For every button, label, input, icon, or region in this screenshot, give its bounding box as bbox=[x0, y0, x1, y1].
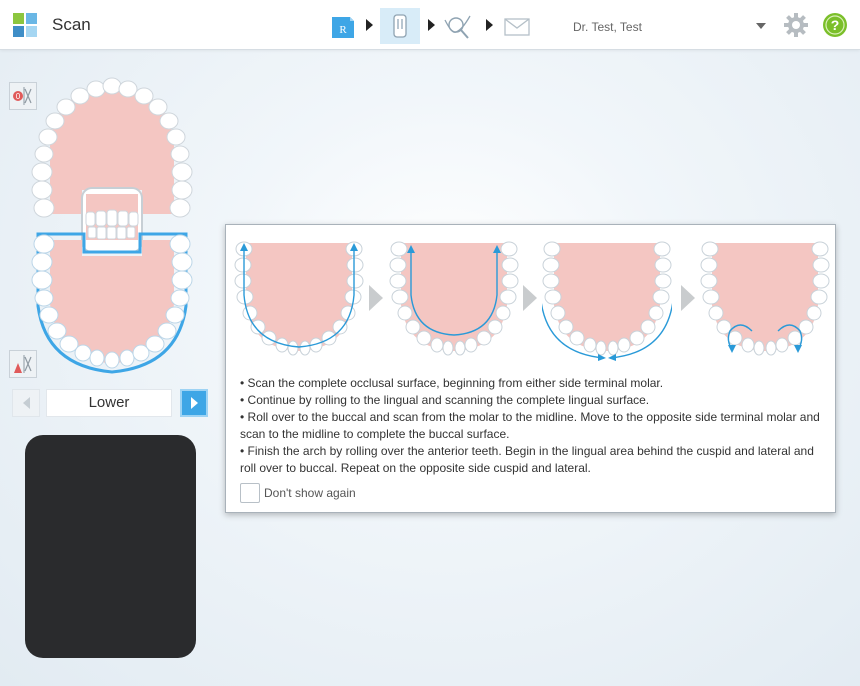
next-step-arrow-icon bbox=[523, 285, 537, 311]
scan-instructions-text: • Scan the complete occlusal surface, be… bbox=[240, 375, 830, 477]
next-jaw-button[interactable] bbox=[180, 389, 208, 417]
workflow-arrow-icon bbox=[366, 19, 373, 31]
scanner-wand-icon bbox=[393, 14, 407, 38]
svg-text:R: R bbox=[339, 24, 347, 36]
instruction-line: • Scan the complete occlusal surface, be… bbox=[240, 376, 664, 390]
arch-map[interactable] bbox=[24, 74, 200, 378]
workflow-step-rx[interactable]: R bbox=[328, 10, 358, 44]
instruction-line: • Roll over to the buccal and scan from … bbox=[240, 410, 820, 441]
occlusal-scan-diagram bbox=[234, 241, 364, 356]
instruction-line: • Continue by rolling to the lingual and… bbox=[240, 393, 650, 407]
chevron-left-icon bbox=[22, 397, 30, 409]
lower-arch[interactable] bbox=[31, 232, 193, 374]
workflow-arrow-icon bbox=[428, 19, 435, 31]
top-bar: Scan R Dr. Test, Test ? bbox=[0, 0, 860, 50]
previous-jaw-button[interactable] bbox=[12, 389, 40, 417]
svg-text:?: ? bbox=[831, 17, 840, 33]
current-jaw-label: Lower bbox=[46, 389, 172, 417]
next-step-arrow-icon bbox=[369, 285, 383, 311]
svg-text:0: 0 bbox=[16, 92, 21, 101]
dont-show-again-checkbox[interactable] bbox=[240, 483, 260, 503]
dont-show-again-label: Don't show again bbox=[264, 486, 356, 500]
dont-show-again-option[interactable]: Don't show again bbox=[240, 483, 356, 503]
scanner-viewfinder bbox=[25, 435, 196, 658]
jaw-navigator: Lower bbox=[12, 389, 208, 417]
chevron-down-icon[interactable] bbox=[756, 23, 766, 29]
upper-arch[interactable] bbox=[31, 77, 193, 253]
help-icon[interactable]: ? bbox=[822, 12, 848, 38]
buccal-scan-diagram bbox=[542, 241, 672, 361]
gear-icon[interactable] bbox=[783, 12, 809, 38]
workflow-arrow-icon bbox=[486, 19, 493, 31]
grid-logo-icon bbox=[13, 13, 37, 37]
workflow-step-scan[interactable] bbox=[380, 8, 420, 44]
workflow-step-send[interactable] bbox=[501, 10, 533, 44]
lingual-scan-diagram bbox=[389, 241, 519, 356]
chevron-right-icon bbox=[190, 397, 198, 409]
scan-instructions-dialog: • Scan the complete occlusal surface, be… bbox=[225, 224, 836, 513]
app-title: Scan bbox=[52, 15, 91, 34]
instruction-line: • Finish the arch by rolling over the an… bbox=[240, 444, 814, 475]
workflow-step-view[interactable] bbox=[438, 10, 478, 44]
next-step-arrow-icon bbox=[681, 285, 695, 311]
user-name[interactable]: Dr. Test, Test bbox=[573, 20, 642, 34]
view-magnifier-icon bbox=[444, 15, 471, 39]
lower-jaw-tool-button[interactable] bbox=[9, 350, 37, 378]
anterior-scan-diagram bbox=[700, 241, 830, 356]
lower-arch-tool-icon bbox=[14, 355, 32, 373]
rx-form-icon: R bbox=[332, 17, 354, 38]
envelope-icon bbox=[504, 18, 530, 36]
